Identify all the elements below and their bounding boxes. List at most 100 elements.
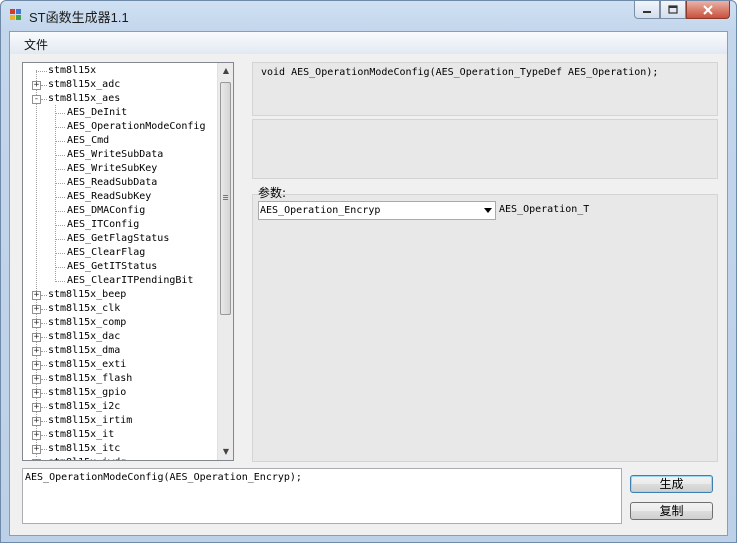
window-title: ST函数生成器1.1: [29, 10, 129, 25]
tree-child-node[interactable]: AES_WriteSubData: [23, 148, 218, 162]
tree-node[interactable]: + stm8l15x_comp: [23, 316, 218, 330]
function-signature: void AES_OperationModeConfig(AES_Operati…: [261, 67, 659, 78]
tree-node[interactable]: + stm8l15x_dma: [23, 344, 218, 358]
minimize-button[interactable]: [634, 1, 660, 19]
tree-node[interactable]: + stm8l15x_exti: [23, 358, 218, 372]
tree-node-label: stm8l15x_i2c: [48, 401, 121, 412]
tree-child-node[interactable]: AES_DMAConfig: [23, 204, 218, 218]
tree-scrollbar[interactable]: ▲ ▼: [217, 63, 233, 460]
tree-node-label: stm8l15x_irtim: [48, 415, 133, 426]
tree-node-label: AES_ReadSubData: [67, 177, 158, 188]
close-button[interactable]: [686, 1, 730, 19]
expand-icon[interactable]: +: [32, 417, 41, 426]
app-window: ST函数生成器1.1 文件 stm8l15x + stm8l15x_adc - stm8…: [0, 0, 737, 543]
tree-node[interactable]: + stm8l15x_adc: [23, 78, 218, 92]
tree-node-label: AES_ClearFlag: [67, 247, 146, 258]
tree-node-label: AES_ClearITPendingBit: [67, 275, 194, 286]
expand-icon[interactable]: +: [32, 347, 41, 356]
tree-child-node[interactable]: AES_OperationModeConfig: [23, 120, 218, 134]
tree-node-label: AES_Cmd: [67, 135, 110, 146]
expand-icon[interactable]: +: [32, 445, 41, 454]
function-tree[interactable]: stm8l15x + stm8l15x_adc - stm8l15x_aes AES_De…: [22, 62, 234, 461]
minimize-icon: [643, 10, 651, 13]
param-select[interactable]: AES_Operation_Encryp: [258, 201, 496, 220]
tree-node-label: AES_WriteSubKey: [67, 163, 158, 174]
expand-icon[interactable]: +: [32, 375, 41, 384]
tree-node[interactable]: + stm8l15x_dac: [23, 330, 218, 344]
chevron-down-icon: [484, 208, 492, 213]
copy-button[interactable]: 复制: [630, 502, 713, 520]
menu-file[interactable]: 文件: [24, 36, 48, 53]
tree-node[interactable]: + stm8l15x_iwdg: [23, 456, 218, 460]
maximize-button[interactable]: [660, 1, 686, 19]
tree-node-label: stm8l15x_it: [48, 429, 115, 440]
tree-node[interactable]: + stm8l15x_flash: [23, 372, 218, 386]
tree-node-label: AES_DMAConfig: [67, 205, 146, 216]
expand-icon[interactable]: +: [32, 389, 41, 398]
close-icon: [703, 4, 713, 15]
tree-node-label: stm8l15x_aes: [48, 93, 121, 104]
params-panel: [252, 194, 718, 462]
tree-node-label: AES_WriteSubData: [67, 149, 164, 160]
expand-icon[interactable]: +: [32, 81, 41, 90]
tree-node[interactable]: + stm8l15x_irtim: [23, 414, 218, 428]
expand-icon[interactable]: +: [32, 361, 41, 370]
menu-bar: 文件: [10, 32, 727, 54]
tree-child-node[interactable]: AES_ClearFlag: [23, 246, 218, 260]
expand-icon[interactable]: +: [32, 291, 41, 300]
maximize-icon: [668, 4, 678, 14]
tree-node[interactable]: - stm8l15x_aes: [23, 92, 218, 106]
tree-node[interactable]: stm8l15x: [23, 64, 218, 78]
tree-node-label: stm8l15x_comp: [48, 317, 127, 328]
tree-node-label: stm8l15x_gpio: [48, 387, 127, 398]
tree-node-label: stm8l15x_itc: [48, 443, 121, 454]
output-textbox[interactable]: AES_OperationModeConfig(AES_Operation_En…: [22, 468, 622, 524]
title-bar[interactable]: ST函数生成器1.1: [1, 1, 736, 31]
params-label: 参数:: [258, 186, 287, 200]
tree-node-label: AES_ITConfig: [67, 219, 140, 230]
tree-node[interactable]: + stm8l15x_itc: [23, 442, 218, 456]
tree-node[interactable]: + stm8l15x_gpio: [23, 386, 218, 400]
tree-child-node[interactable]: AES_GetFlagStatus: [23, 232, 218, 246]
tree-child-node[interactable]: AES_ClearITPendingBit: [23, 274, 218, 288]
tree-child-node[interactable]: AES_ITConfig: [23, 218, 218, 232]
tree-node[interactable]: + stm8l15x_it: [23, 428, 218, 442]
tree-node-label: AES_ReadSubKey: [67, 191, 152, 202]
tree-items: stm8l15x + stm8l15x_adc - stm8l15x_aes AES_De…: [23, 63, 218, 460]
tree-node-label: stm8l15x_adc: [48, 79, 121, 90]
scroll-down-icon[interactable]: ▼: [218, 444, 233, 460]
scroll-thumb[interactable]: [220, 82, 231, 315]
tree-node-label: AES_GetITStatus: [67, 261, 158, 272]
tree-node-label: stm8l15x_beep: [48, 289, 127, 300]
generate-button[interactable]: 生成: [630, 475, 713, 493]
param-type-label: AES_Operation_T: [499, 204, 590, 215]
tree-node[interactable]: + stm8l15x_i2c: [23, 400, 218, 414]
tree-node[interactable]: + stm8l15x_beep: [23, 288, 218, 302]
tree-node-label: stm8l15x_dac: [48, 331, 121, 342]
scroll-up-icon[interactable]: ▲: [218, 63, 233, 79]
tree-node-label: stm8l15x_clk: [48, 303, 121, 314]
tree-child-node[interactable]: AES_ReadSubKey: [23, 190, 218, 204]
param-selected-value: AES_Operation_Encryp: [260, 205, 381, 216]
tree-child-node[interactable]: AES_DeInit: [23, 106, 218, 120]
tree-child-node[interactable]: AES_ReadSubData: [23, 176, 218, 190]
app-icon: [10, 9, 22, 21]
tree-node[interactable]: + stm8l15x_clk: [23, 302, 218, 316]
expand-icon[interactable]: +: [32, 459, 41, 460]
tree-child-node[interactable]: AES_Cmd: [23, 134, 218, 148]
expand-icon[interactable]: +: [32, 403, 41, 412]
tree-child-node[interactable]: AES_WriteSubKey: [23, 162, 218, 176]
tree-node-label: stm8l15x_exti: [48, 359, 127, 370]
expand-icon[interactable]: +: [32, 319, 41, 328]
tree-child-node[interactable]: AES_GetITStatus: [23, 260, 218, 274]
tree-node-label: stm8l15x_iwdg: [48, 456, 126, 460]
expand-icon[interactable]: +: [32, 431, 41, 440]
client-area: 文件 stm8l15x + stm8l15x_adc - stm8l15x_aes AES…: [9, 31, 728, 536]
signature-panel: void AES_OperationModeConfig(AES_Operati…: [252, 62, 718, 116]
tree-node-label: AES_OperationModeConfig: [67, 121, 206, 132]
expand-icon[interactable]: +: [32, 333, 41, 342]
tree-node-label: AES_GetFlagStatus: [67, 233, 170, 244]
expand-icon[interactable]: +: [32, 305, 41, 314]
tree-node-label: stm8l15x: [48, 65, 97, 76]
collapse-icon[interactable]: -: [32, 95, 41, 104]
